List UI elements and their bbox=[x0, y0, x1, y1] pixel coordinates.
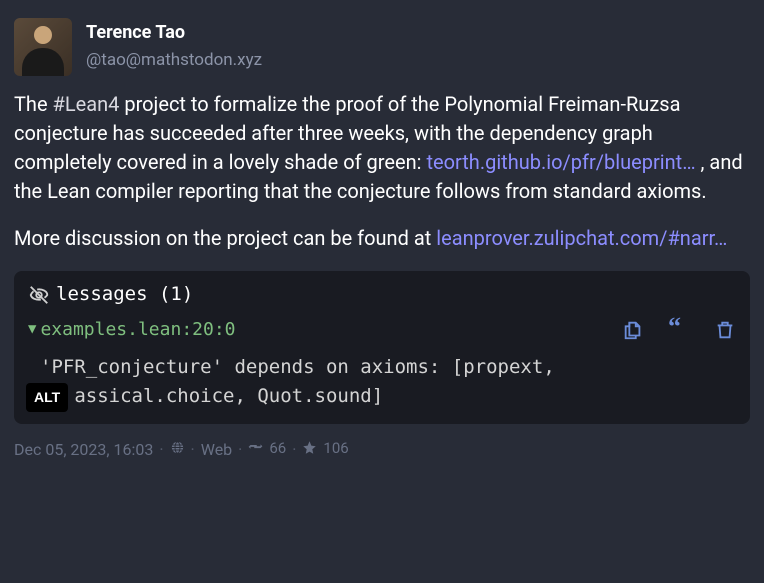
display-name: Terence Tao bbox=[86, 20, 262, 46]
star-icon[interactable] bbox=[302, 438, 317, 461]
separator: · bbox=[292, 438, 296, 461]
file-location-text: examples.lean:20:0 bbox=[40, 317, 235, 343]
file-location[interactable]: ▼examples.lean:20:0 bbox=[28, 317, 236, 343]
code-line: 'PFR_conjecture' depends on axioms: [pro… bbox=[40, 356, 555, 378]
post-meta: Dec 05, 2023, 16:03 · · Web · 66 · 106 bbox=[14, 438, 750, 461]
globe-icon bbox=[170, 438, 185, 461]
link-zulip[interactable]: leanprover.zulipchat.com/#narr… bbox=[436, 226, 727, 250]
copy-file-icon[interactable] bbox=[622, 319, 644, 341]
code-line: assical.choice, Quot.sound] bbox=[40, 385, 383, 407]
timestamp[interactable]: Dec 05, 2023, 16:03 bbox=[14, 438, 153, 461]
fav-count: 106 bbox=[323, 438, 348, 460]
card-title: lessages (1) bbox=[56, 281, 193, 309]
client: Web bbox=[201, 438, 232, 461]
paragraph-2: More discussion on the project can be fo… bbox=[14, 224, 750, 253]
handle: @tao@mathstodon.xyz bbox=[86, 48, 262, 73]
text-run: The bbox=[14, 92, 53, 116]
avatar[interactable] bbox=[14, 18, 72, 76]
boost-count: 66 bbox=[269, 438, 286, 460]
paragraph-1: The #Lean4 project to formalize the proo… bbox=[14, 90, 750, 206]
card-header: lessages (1) bbox=[28, 281, 736, 309]
eye-off-icon bbox=[28, 284, 50, 306]
post-header: Terence Tao @tao@mathstodon.xyz bbox=[14, 18, 750, 76]
link-blueprint[interactable]: teorth.github.io/pfr/blueprint… bbox=[426, 150, 695, 174]
delete-icon[interactable] bbox=[714, 319, 736, 341]
quote-icon[interactable]: “ bbox=[668, 319, 690, 341]
card-actions: “ bbox=[622, 319, 736, 341]
hashtag-lean4[interactable]: #Lean4 bbox=[53, 92, 120, 116]
post-body: The #Lean4 project to formalize the proo… bbox=[14, 90, 750, 253]
boost-icon[interactable] bbox=[248, 438, 263, 461]
triangle-down-icon: ▼ bbox=[28, 319, 36, 339]
card-subheader: ▼examples.lean:20:0 “ bbox=[28, 317, 736, 343]
author-block[interactable]: Terence Tao @tao@mathstodon.xyz bbox=[86, 18, 262, 73]
separator: · bbox=[191, 438, 195, 461]
code-output: 'PFR_conjecture' depends on axioms: [pro… bbox=[28, 353, 736, 412]
separator: · bbox=[159, 438, 163, 461]
separator: · bbox=[238, 438, 242, 461]
text-run: More discussion on the project can be fo… bbox=[14, 226, 436, 250]
attachment-card[interactable]: lessages (1) ▼examples.lean:20:0 “ bbox=[14, 271, 750, 424]
alt-badge[interactable]: ALT bbox=[26, 383, 68, 411]
